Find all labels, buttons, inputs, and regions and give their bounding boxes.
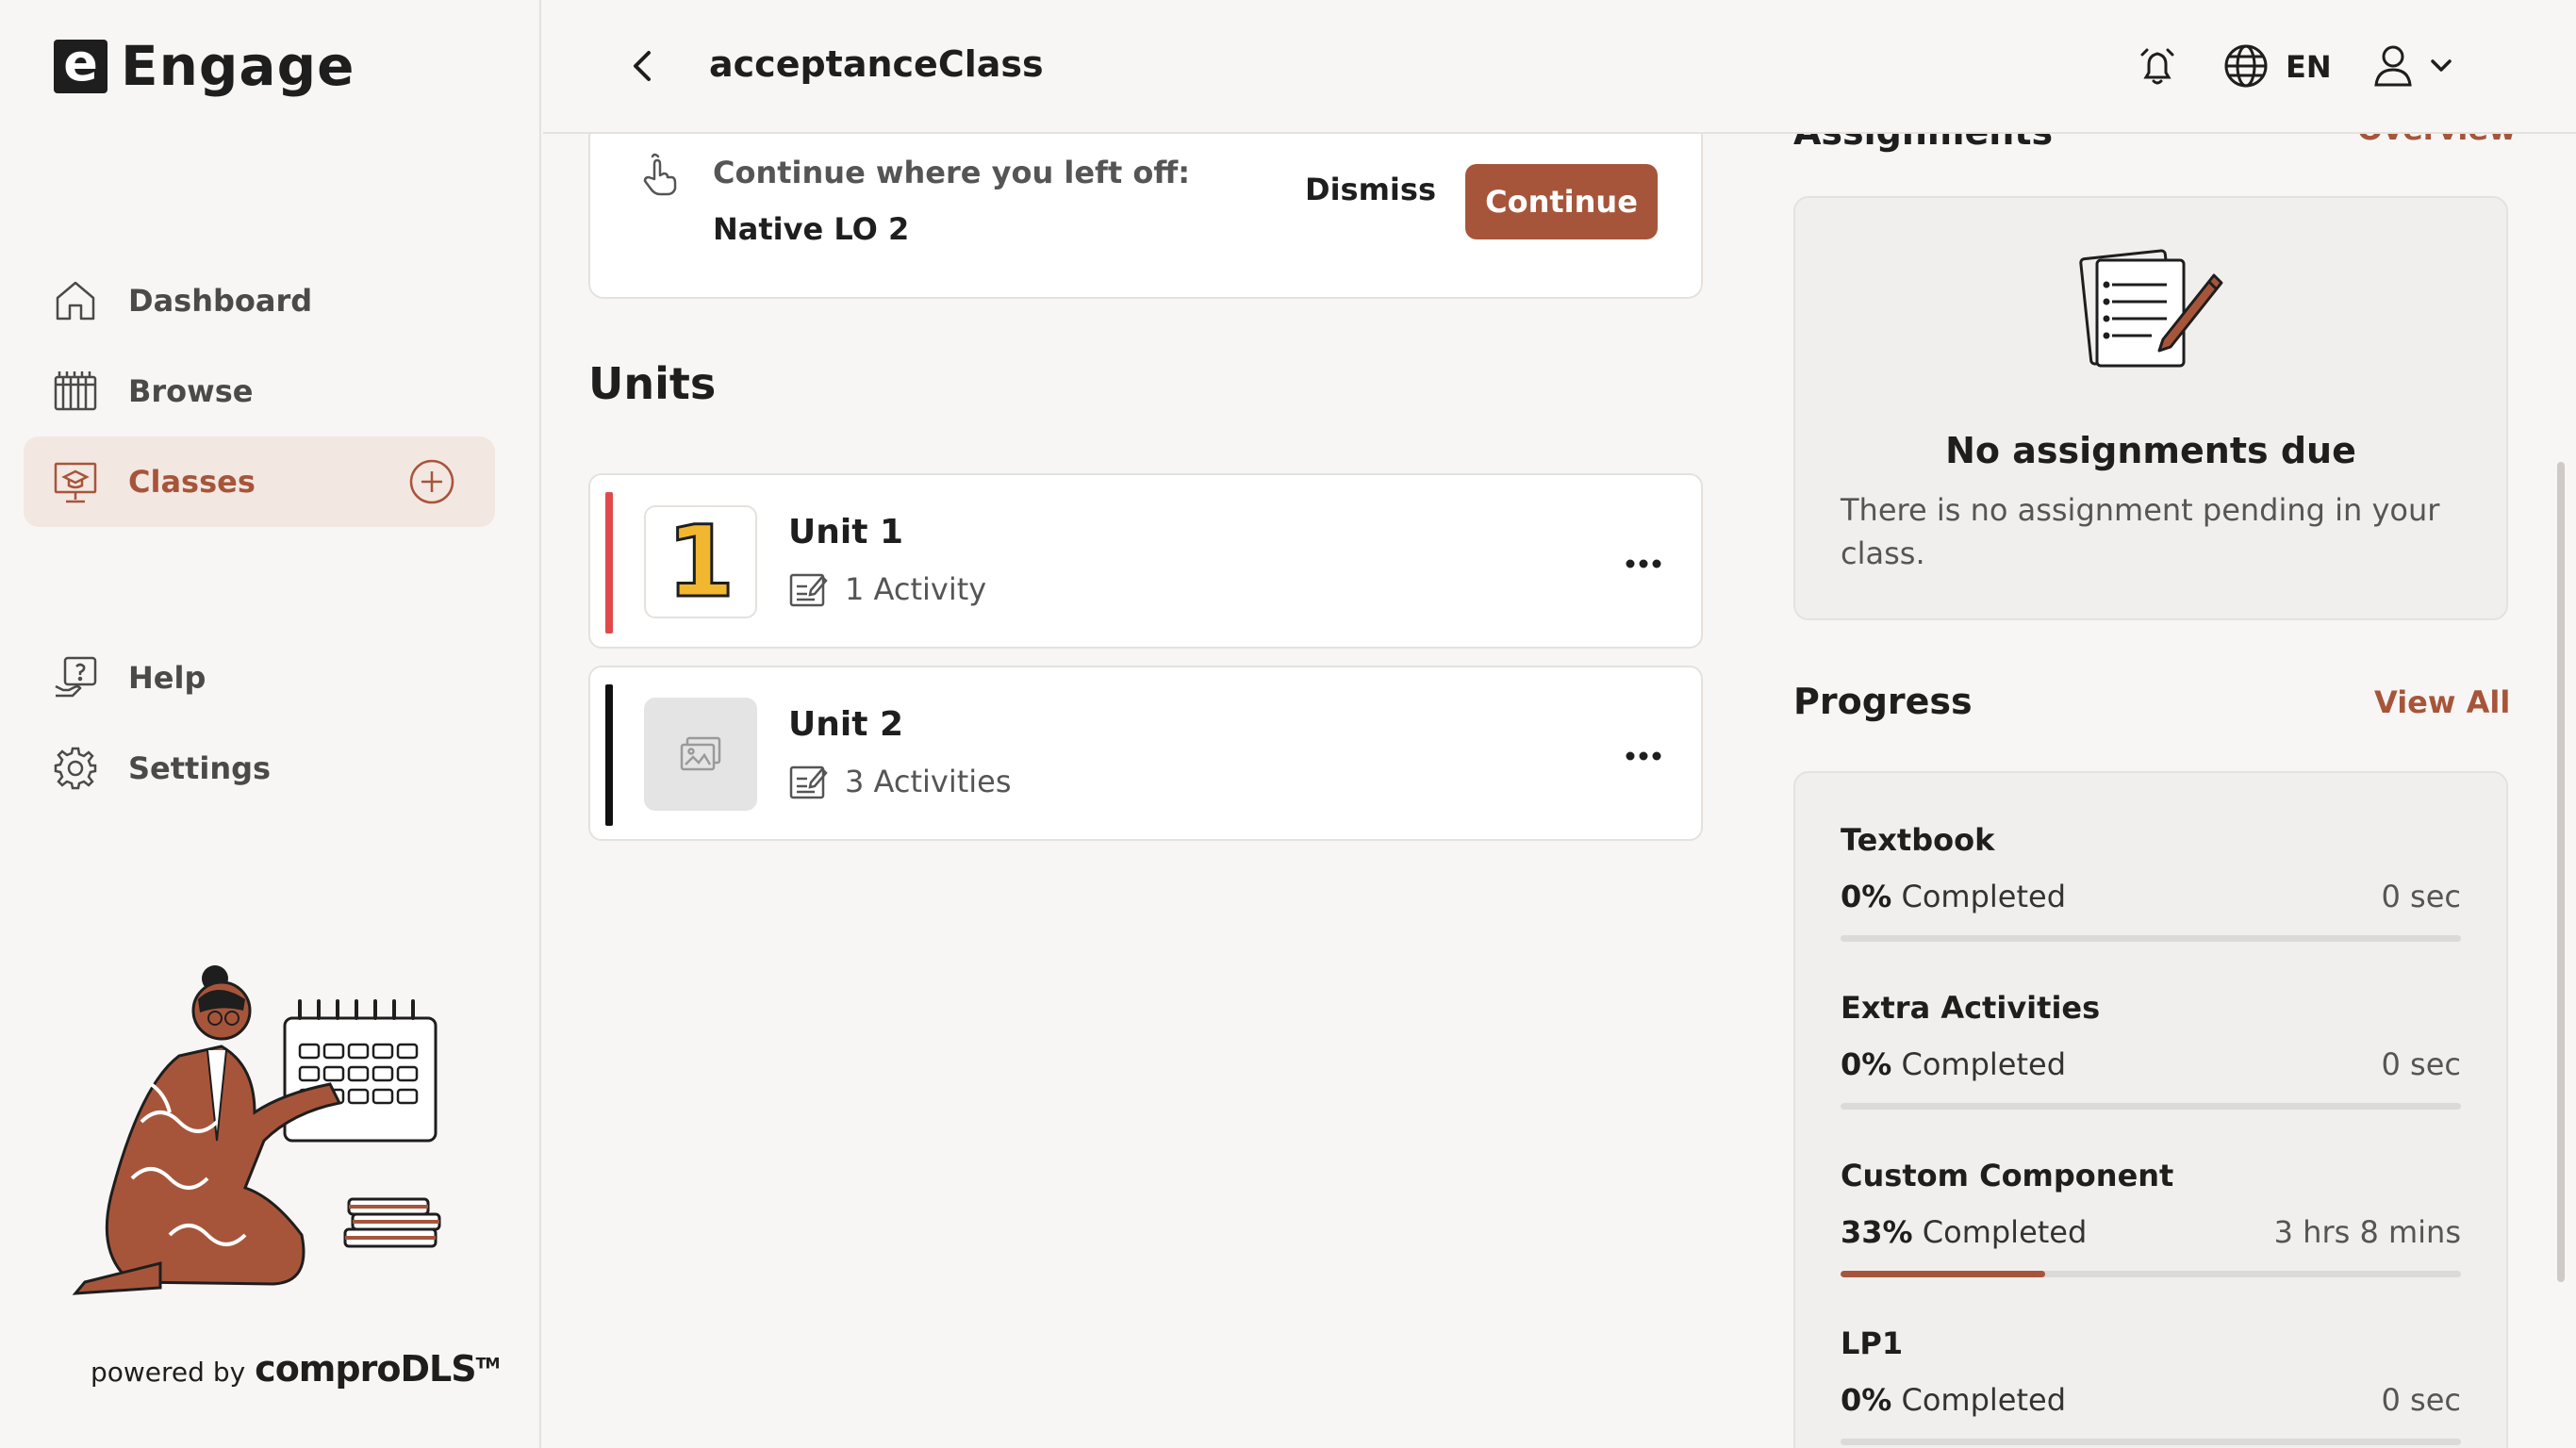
more-options-icon[interactable] (1620, 545, 1667, 583)
chevron-left-icon (634, 51, 651, 81)
unit-color-bar (605, 684, 613, 826)
empty-assignments-heading: No assignments due (1945, 430, 2356, 471)
sidebar-item-label: Help (128, 660, 206, 696)
activity-icon (789, 573, 828, 607)
progress-time: 3 hrs 8 mins (2273, 1214, 2461, 1250)
unit-thumbnail: 1 (644, 505, 757, 618)
progress-item: Extra Activities 0% Completed 0 sec (1841, 990, 2461, 1141)
logo-text: Engage (121, 34, 355, 98)
sidebar-item-browse[interactable]: Browse (24, 346, 495, 436)
progress-item: LP1 0% Completed 0 sec (1841, 1325, 2461, 1448)
sidebar-item-dashboard[interactable]: Dashboard (24, 255, 495, 346)
unit-name: Unit 1 (788, 513, 903, 551)
sidebar-item-classes[interactable]: Classes (24, 436, 495, 527)
resume-item-title: Native LO 2 (713, 211, 910, 247)
compro-logo: comproDLSTM (255, 1348, 501, 1390)
user-icon (2374, 45, 2412, 87)
progress-card: Textbook 0% Completed 0 sec Extra Activi… (1793, 771, 2508, 1448)
classes-icon (52, 458, 99, 505)
progress-item-stats: 0% Completed 0 sec (1841, 1382, 2461, 1418)
resume-prompt: Continue where you left off: (713, 155, 1191, 190)
add-class-icon[interactable] (408, 458, 455, 505)
chevron-down-icon (2431, 59, 2452, 72)
globe-icon[interactable] (2221, 41, 2271, 90)
more-options-icon[interactable] (1620, 737, 1667, 775)
progress-bar (1841, 935, 2461, 942)
back-button[interactable] (619, 41, 668, 90)
progress-bar (1841, 1271, 2461, 1277)
progress-item-name: Textbook (1841, 822, 1995, 858)
powered-by: powered by comproDLSTM (91, 1348, 501, 1390)
sidebar: e Engage Dashboard Browse Classes Help S… (0, 0, 541, 1448)
help-icon (52, 654, 99, 701)
calendar-illustration (57, 952, 462, 1301)
empty-assignments-text: There is no assignment pending in your c… (1841, 492, 2440, 571)
user-menu[interactable] (2372, 40, 2467, 92)
progress-item-stats: 0% Completed 0 sec (1841, 1046, 2461, 1082)
progress-heading: Progress (1793, 681, 1973, 722)
unit-name: Unit 2 (788, 705, 903, 744)
browse-icon (52, 368, 99, 415)
progress-percent: 0% (1841, 879, 1892, 914)
image-placeholder-icon (680, 736, 721, 771)
progress-completed-label: Completed (1901, 879, 2067, 914)
progress-item-stats: 0% Completed 0 sec (1841, 879, 2461, 914)
home-icon (52, 277, 99, 324)
page-title: acceptanceClass (709, 43, 1044, 85)
progress-completed-label: Completed (1901, 1046, 2067, 1082)
page-scrollbar[interactable] (2557, 462, 2565, 1282)
progress-item: Custom Component 33% Completed 3 hrs 8 m… (1841, 1158, 2461, 1308)
progress-time: 0 sec (2381, 1382, 2461, 1418)
compro-brand-text: comproDLS (255, 1348, 476, 1390)
touch-hand-icon (636, 151, 683, 198)
assignments-card: No assignments due There is no assignmen… (1793, 196, 2508, 620)
progress-item-name: Extra Activities (1841, 990, 2101, 1026)
progress-bar (1841, 1439, 2461, 1445)
unit-thumbnail-number: 1 (665, 505, 735, 618)
progress-item-name: LP1 (1841, 1325, 1904, 1361)
unit-meta: 1 Activity (788, 569, 986, 609)
progress-percent: 0% (1841, 1046, 1892, 1082)
gear-icon (52, 745, 99, 792)
sidebar-item-label: Dashboard (128, 283, 313, 319)
alarm-bell-icon[interactable] (2133, 41, 2182, 90)
sidebar-item-settings[interactable]: Settings (24, 723, 495, 814)
sidebar-item-label: Classes (128, 464, 256, 500)
progress-completed-label: Completed (1901, 1382, 2067, 1418)
unit-activity-count: 3 Activities (845, 764, 1012, 799)
progress-bar (1841, 1103, 2461, 1110)
progress-bar-fill (1841, 1271, 2046, 1277)
view-all-link[interactable]: View All (2374, 684, 2510, 720)
trademark-mark: TM (475, 1354, 501, 1373)
unit-activity-count: 1 Activity (845, 571, 987, 607)
unit-card[interactable]: Unit 2 3 Activities (588, 666, 1703, 841)
progress-item-name: Custom Component (1841, 1158, 2174, 1193)
unit-card[interactable]: 1 Unit 1 1 Activity (588, 473, 1703, 649)
unit-thumbnail (644, 698, 757, 811)
units-heading: Units (588, 358, 717, 409)
continue-button[interactable]: Continue (1465, 164, 1658, 239)
unit-color-bar (605, 492, 613, 634)
sidebar-item-label: Settings (128, 750, 272, 786)
sidebar-item-label: Browse (128, 373, 254, 409)
progress-percent: 33% (1841, 1214, 1913, 1250)
language-selector[interactable]: EN (2286, 49, 2332, 85)
dismiss-button[interactable]: Dismiss (1305, 172, 1436, 207)
powered-prefix: powered by (91, 1357, 246, 1388)
progress-item: Textbook 0% Completed 0 sec (1841, 822, 2461, 973)
progress-time: 0 sec (2381, 879, 2461, 914)
activity-icon (789, 765, 828, 799)
logo-mark: e (54, 38, 107, 93)
top-header: acceptanceClass EN (543, 0, 2576, 134)
progress-completed-label: Completed (1922, 1214, 2088, 1250)
progress-item-stats: 33% Completed 3 hrs 8 mins (1841, 1214, 2461, 1250)
sidebar-item-help[interactable]: Help (24, 633, 495, 723)
resume-card: Continue where you left off: Native LO 2… (588, 134, 1703, 299)
app-logo[interactable]: e Engage (54, 34, 355, 98)
progress-time: 0 sec (2381, 1046, 2461, 1082)
progress-percent: 0% (1841, 1382, 1892, 1418)
assignment-clipboard-icon (2076, 247, 2227, 371)
unit-meta: 3 Activities (788, 762, 1012, 801)
